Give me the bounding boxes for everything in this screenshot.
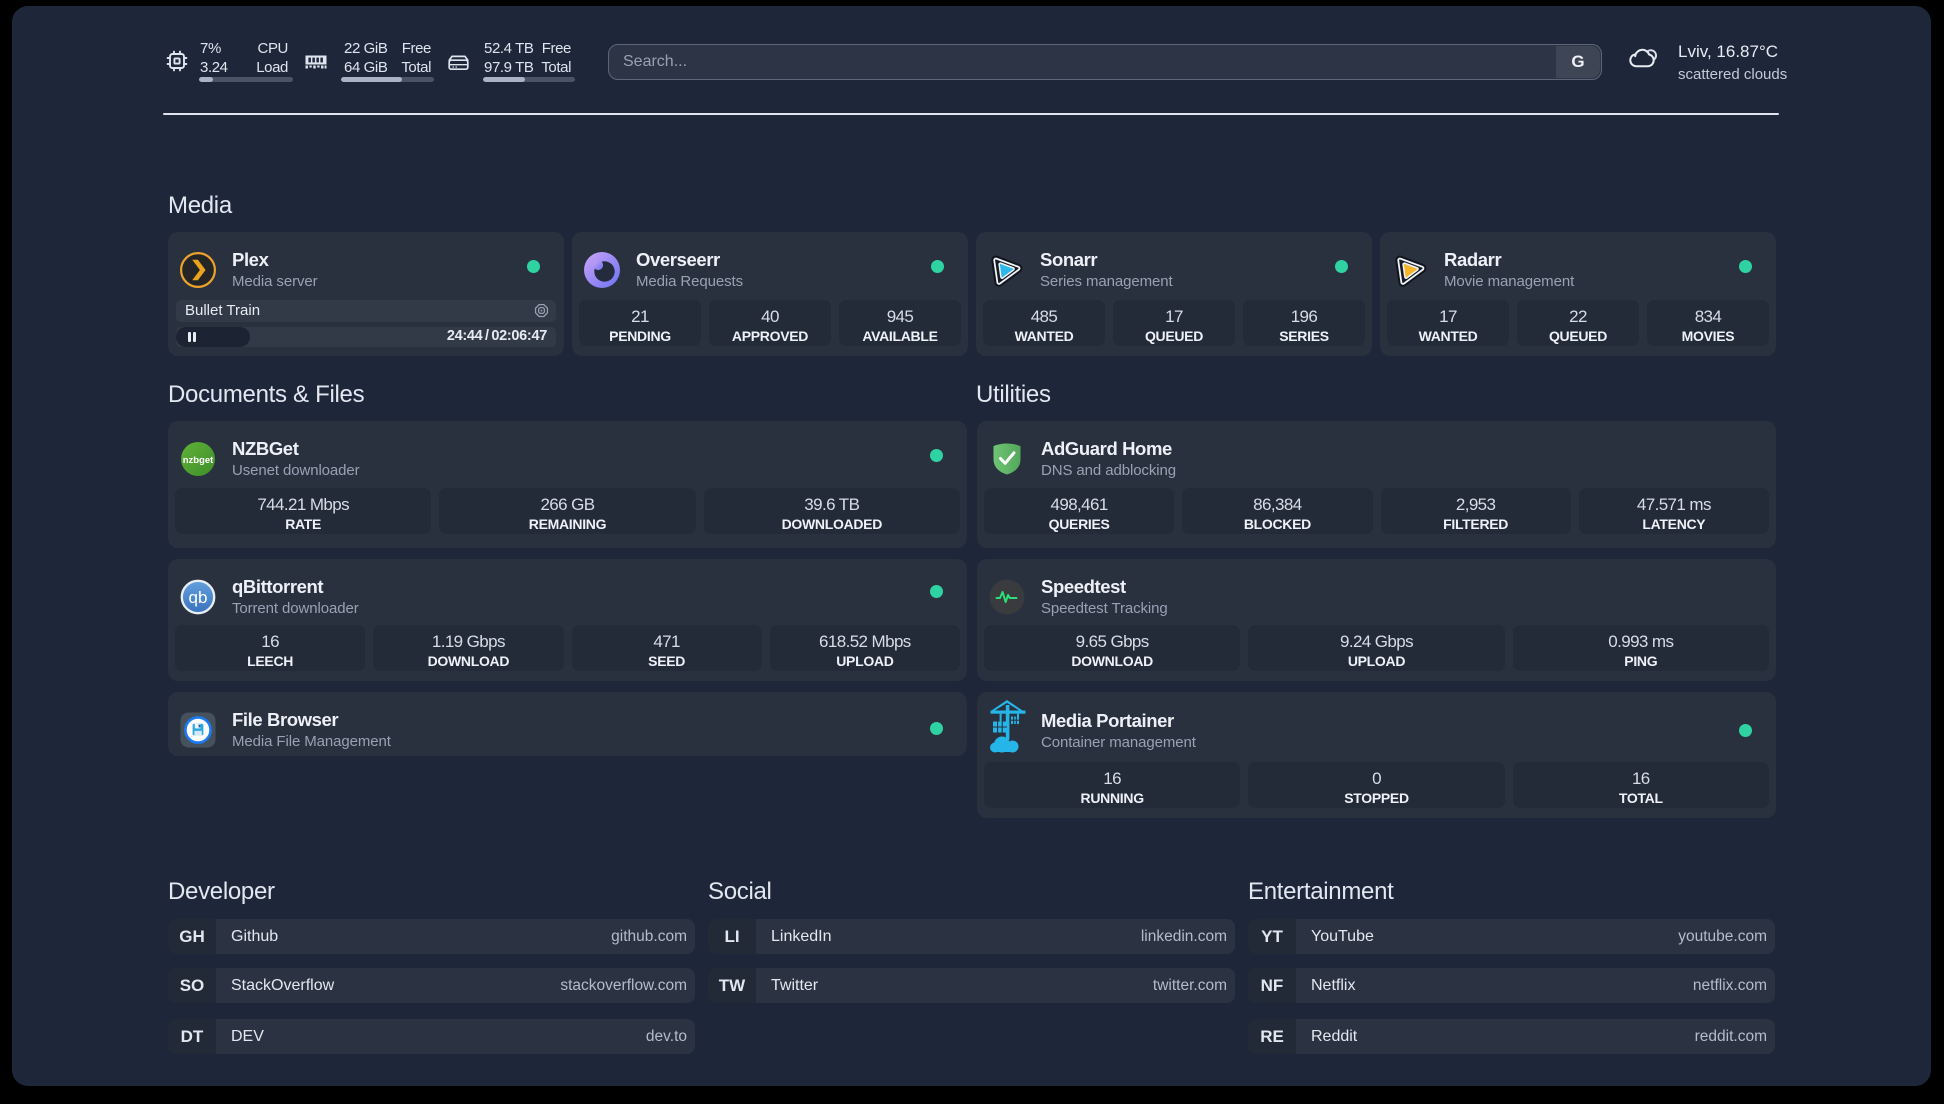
svg-text:nzbget: nzbget bbox=[183, 455, 214, 466]
svg-text:qb: qb bbox=[189, 588, 208, 607]
